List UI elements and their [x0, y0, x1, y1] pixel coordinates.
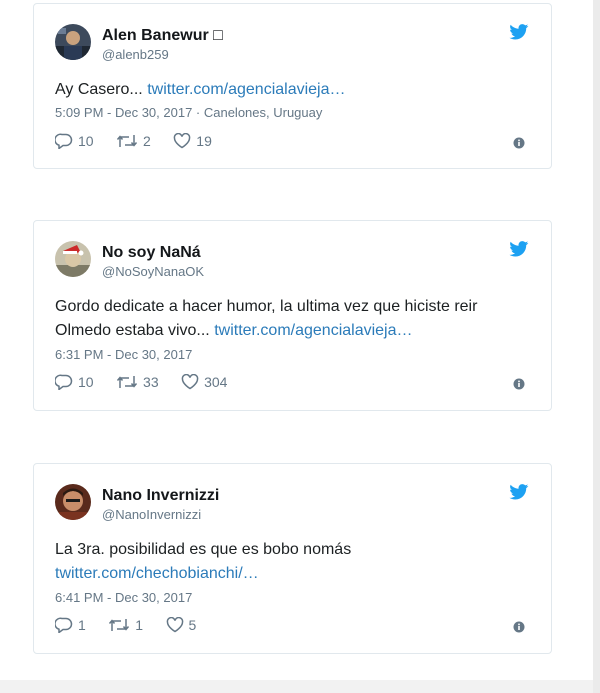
like-button[interactable]: 19 [173, 133, 212, 149]
tweet-body: La 3ra. posibilidad es que es bobo nomás [55, 541, 352, 558]
reply-button[interactable]: 1 [55, 617, 86, 633]
tweet-link[interactable]: twitter.com/agencialavieja… [214, 322, 412, 339]
like-count: 19 [196, 133, 212, 149]
info-icon[interactable] [513, 378, 525, 390]
display-name[interactable]: Nano Invernizzi [102, 487, 219, 505]
tweet-timestamp[interactable]: 6:31 PM - Dec 30, 2017 [55, 347, 192, 362]
display-name[interactable]: Alen Banewur □ [102, 27, 223, 45]
retweet-count: 1 [135, 617, 144, 633]
avatar[interactable] [55, 241, 91, 277]
tweet-card[interactable]: No soy NaNá @NoSoyNanaOK Gordo dedicate … [33, 220, 552, 411]
like-count: 304 [204, 374, 228, 390]
tweet-actions: 10 2 19 [55, 133, 230, 153]
retweet-icon [116, 135, 138, 147]
retweet-button[interactable]: 1 [108, 617, 143, 633]
reply-icon [55, 133, 73, 149]
tweet-timestamp[interactable]: 6:41 PM - Dec 30, 2017 [55, 590, 192, 605]
tweet-text: Gordo dedicate a hacer humor, la ultima … [55, 295, 525, 343]
tweet-link[interactable]: twitter.com/agencialavieja… [147, 81, 345, 98]
heart-icon [181, 374, 199, 390]
tweet-text: La 3ra. posibilidad es que es bobo nomás… [55, 538, 525, 586]
page-right-edge [593, 0, 600, 693]
reply-icon [55, 374, 73, 390]
heart-icon [174, 133, 191, 149]
tweet-card[interactable]: Nano Invernizzi @NanoInvernizzi La 3ra. … [33, 463, 552, 654]
twitter-bird-icon[interactable] [509, 484, 529, 500]
retweet-icon [109, 619, 130, 631]
retweet-count: 33 [143, 374, 159, 390]
twitter-bird-icon[interactable] [509, 24, 529, 40]
reply-count: 10 [78, 133, 94, 149]
info-icon[interactable] [513, 137, 525, 149]
tweet-feed: Alen Banewur □ @alenb259 Ay Casero... tw… [0, 0, 600, 680]
avatar[interactable] [55, 24, 91, 60]
reply-button[interactable]: 10 [55, 374, 94, 390]
heart-icon [166, 617, 183, 633]
user-handle[interactable]: @alenb259 [102, 47, 169, 62]
avatar[interactable] [55, 484, 91, 520]
retweet-button[interactable]: 33 [116, 374, 159, 390]
reply-count: 10 [78, 374, 94, 390]
page-footer-strip [0, 680, 600, 693]
tweet-link[interactable]: twitter.com/chechobianchi/… [55, 565, 259, 582]
reply-button[interactable]: 10 [55, 133, 94, 149]
retweet-button[interactable]: 2 [116, 133, 151, 149]
reply-icon [55, 617, 73, 633]
user-handle[interactable]: @NoSoyNanaOK [102, 264, 204, 279]
retweet-count: 2 [143, 133, 151, 149]
like-button[interactable]: 5 [166, 617, 197, 633]
tweet-actions: 1 1 5 [55, 617, 214, 637]
tweet-actions: 10 33 304 [55, 374, 245, 394]
twitter-bird-icon[interactable] [509, 241, 529, 257]
tweet-text: Ay Casero... twitter.com/agencialavieja… [55, 78, 525, 102]
like-button[interactable]: 304 [181, 374, 227, 390]
like-count: 5 [188, 617, 197, 633]
info-icon[interactable] [513, 621, 525, 633]
reply-count: 1 [78, 617, 86, 633]
tweet-timestamp[interactable]: 5:09 PM - Dec 30, 2017 · Canelones, Urug… [55, 105, 322, 120]
display-name[interactable]: No soy NaNá [102, 244, 201, 262]
retweet-icon [116, 376, 138, 388]
tweet-body: Ay Casero... [55, 81, 148, 98]
tweet-card[interactable]: Alen Banewur □ @alenb259 Ay Casero... tw… [33, 3, 552, 169]
user-handle[interactable]: @NanoInvernizzi [102, 507, 201, 522]
